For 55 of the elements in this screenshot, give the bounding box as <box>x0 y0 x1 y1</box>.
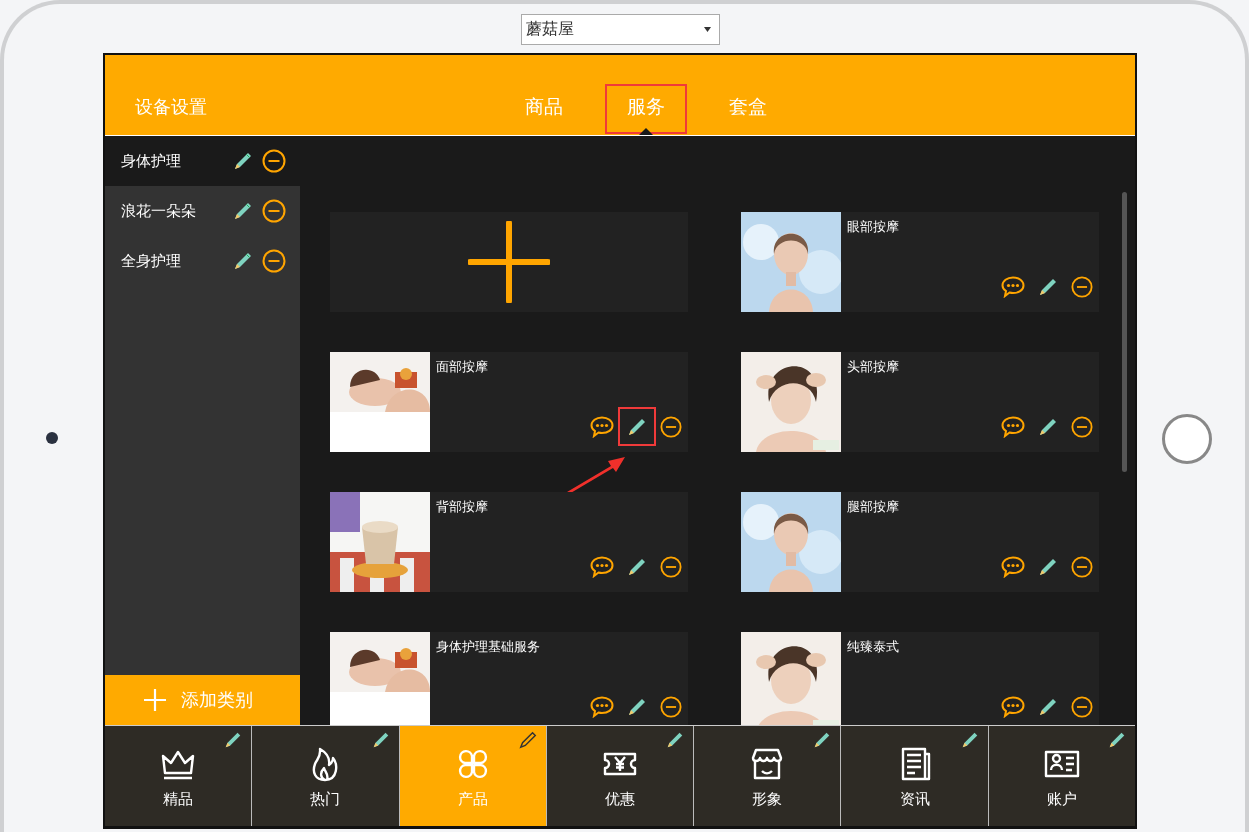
service-card[interactable]: 腿部按摩 <box>741 492 1099 592</box>
pencil-icon[interactable] <box>232 150 254 172</box>
pencil-icon[interactable] <box>517 730 538 750</box>
service-name: 纯臻泰式 <box>847 639 899 654</box>
minus-circle-icon[interactable] <box>262 199 286 223</box>
minus-circle-icon[interactable] <box>1071 275 1093 298</box>
camera-dot <box>46 432 58 444</box>
service-name: 头部按摩 <box>847 359 899 374</box>
service-card[interactable]: 身体护理基础服务 <box>330 632 688 725</box>
page-title: 设备设置 <box>135 96 207 119</box>
caret-icon <box>704 27 711 32</box>
service-name: 眼部按摩 <box>847 219 899 234</box>
minus-circle-icon[interactable] <box>660 415 682 438</box>
nav-tab[interactable]: 账户 <box>988 726 1135 826</box>
sidebar-item[interactable]: 身体护理 <box>105 136 300 186</box>
sidebar-item[interactable]: 全身护理 <box>105 236 300 286</box>
pencil-icon[interactable] <box>232 250 254 272</box>
sidebar-item[interactable]: 浪花一朵朵 <box>105 186 300 236</box>
nav-tab[interactable]: 优惠 <box>546 726 695 826</box>
minus-circle-icon[interactable] <box>262 249 286 273</box>
service-card[interactable]: 头部按摩 <box>741 352 1099 452</box>
minus-circle-icon[interactable] <box>1071 415 1093 438</box>
nav-tab[interactable]: 热门 <box>252 726 400 826</box>
caret-icon <box>639 128 653 135</box>
chat-bubble-icon[interactable] <box>1001 275 1025 298</box>
service-name: 面部按摩 <box>436 359 488 374</box>
chat-bubble-icon[interactable] <box>590 695 614 718</box>
minus-circle-icon[interactable] <box>660 695 682 718</box>
minus-circle-icon[interactable] <box>262 149 286 173</box>
nav-tab[interactable]: 精品 <box>105 726 253 826</box>
store-dropdown[interactable]: 蘑菇屋 <box>521 14 720 45</box>
pencil-icon[interactable] <box>232 200 254 222</box>
nav-tab[interactable]: 资讯 <box>841 726 989 826</box>
chat-bubble-icon[interactable] <box>590 415 614 438</box>
scrollbar[interactable] <box>1122 192 1127 472</box>
service-name: 身体护理基础服务 <box>436 639 540 654</box>
annotation-arrow <box>565 454 627 494</box>
minus-circle-icon[interactable] <box>1071 695 1093 718</box>
add-service-card[interactable] <box>330 212 688 312</box>
chat-bubble-icon[interactable] <box>590 555 614 578</box>
edit-button[interactable] <box>618 407 656 446</box>
service-card[interactable]: 纯臻泰式 <box>741 632 1099 725</box>
service-name: 背部按摩 <box>436 499 488 514</box>
home-button[interactable] <box>1162 414 1212 464</box>
service-card[interactable]: 眼部按摩 <box>741 212 1099 312</box>
chat-bubble-icon[interactable] <box>1001 555 1025 578</box>
service-name: 腿部按摩 <box>847 499 899 514</box>
minus-circle-icon[interactable] <box>1071 555 1093 578</box>
service-card[interactable]: 背部按摩 <box>330 492 688 592</box>
plus-icon <box>468 221 550 303</box>
chat-bubble-icon[interactable] <box>1001 695 1025 718</box>
chat-bubble-icon[interactable] <box>1001 415 1025 438</box>
minus-circle-icon[interactable] <box>660 555 682 578</box>
nav-tab[interactable]: 形象 <box>694 726 842 826</box>
plus-icon <box>143 688 167 712</box>
